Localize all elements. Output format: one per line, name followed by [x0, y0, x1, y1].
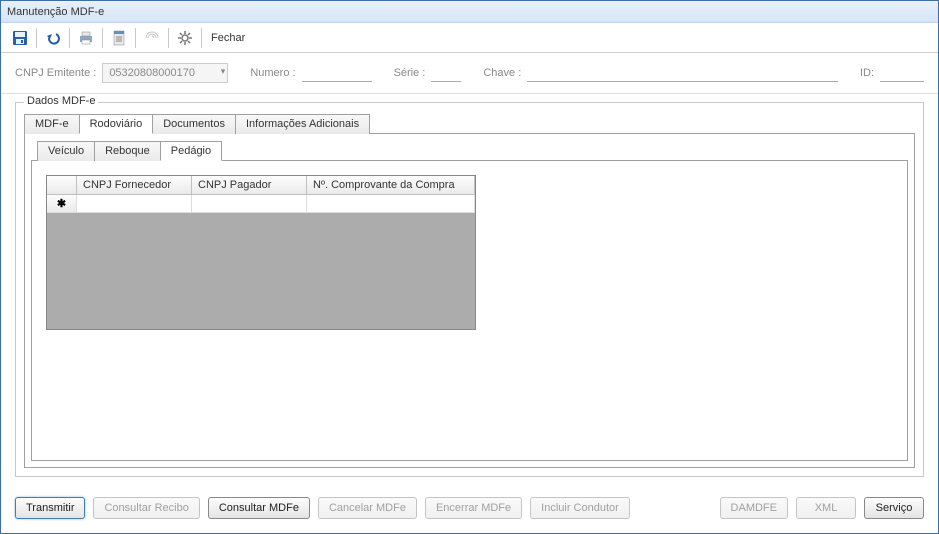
fingerprint-icon[interactable] [141, 27, 163, 49]
tab-veiculo[interactable]: Veículo [37, 141, 95, 161]
tab-reboque[interactable]: Reboque [94, 141, 161, 161]
title-bar: Manutenção MDF-e [1, 1, 938, 23]
save-icon[interactable] [9, 27, 31, 49]
window: Manutenção MDF-e Fechar CNPJ Emitente : [0, 0, 939, 534]
chave-label: Chave : [483, 67, 521, 79]
chave-input[interactable] [527, 64, 838, 82]
cancelar-mdfe-button: Cancelar MDFe [318, 497, 417, 519]
toolbar-separator [201, 28, 202, 48]
tab-documentos[interactable]: Documentos [152, 114, 236, 134]
xml-button: XML [796, 497, 856, 519]
gear-icon[interactable] [174, 27, 196, 49]
encerrar-mdfe-button: Encerrar MDFe [425, 497, 522, 519]
inner-tab-body: CNPJ Fornecedor CNPJ Pagador Nº. Comprov… [31, 160, 908, 461]
col-cnpj-pagador[interactable]: CNPJ Pagador [192, 176, 307, 195]
document-icon[interactable] [108, 27, 130, 49]
table-row[interactable]: ✱ [47, 195, 475, 213]
numero-label: Numero : [250, 67, 295, 79]
transmitir-button[interactable]: Transmitir [15, 497, 85, 519]
row-indicator-new: ✱ [47, 195, 77, 213]
close-button[interactable]: Fechar [211, 32, 245, 44]
numero-input[interactable] [302, 64, 372, 82]
cell-cnpj-fornecedor[interactable] [77, 195, 192, 213]
pedagio-grid[interactable]: CNPJ Fornecedor CNPJ Pagador Nº. Comprov… [46, 175, 476, 330]
serie-input[interactable] [431, 64, 461, 82]
tab-mdfe[interactable]: MDF-e [24, 114, 80, 134]
serie-label: Série : [394, 67, 426, 79]
consultar-recibo-button: Consultar Recibo [93, 497, 199, 519]
toolbar-separator [69, 28, 70, 48]
footer-buttons: Transmitir Consultar Recibo Consultar MD… [1, 485, 938, 533]
groupbox-title: Dados MDF-e [24, 95, 98, 107]
grid-corner [47, 176, 77, 195]
toolbar-separator [36, 28, 37, 48]
grid-header: CNPJ Fornecedor CNPJ Pagador Nº. Comprov… [47, 176, 475, 195]
cnpj-emitente-value[interactable] [107, 66, 207, 80]
undo-icon[interactable] [42, 27, 64, 49]
col-cnpj-fornecedor[interactable]: CNPJ Fornecedor [77, 176, 192, 195]
col-comprovante[interactable]: Nº. Comprovante da Compra [307, 176, 475, 195]
outer-tab-body: Veículo Reboque Pedágio CNPJ Fornecedor … [24, 133, 915, 468]
chevron-down-icon: ▾ [221, 66, 226, 77]
cnpj-emitente-label: CNPJ Emitente : [15, 67, 96, 79]
tab-pedagio[interactable]: Pedágio [160, 141, 222, 161]
toolbar-separator [135, 28, 136, 48]
toolbar-separator [102, 28, 103, 48]
inner-tabs: Veículo Reboque Pedágio [37, 141, 908, 161]
tab-info-adicionais[interactable]: Informações Adicionais [235, 114, 370, 134]
cnpj-emitente-combo[interactable]: ▾ [102, 63, 228, 83]
print-icon[interactable] [75, 27, 97, 49]
damdfe-button: DAMDFE [720, 497, 788, 519]
filter-bar: CNPJ Emitente : ▾ Numero : Série : Chave… [1, 53, 938, 94]
consultar-mdfe-button[interactable]: Consultar MDFe [208, 497, 310, 519]
cell-cnpj-pagador[interactable] [192, 195, 307, 213]
servico-button[interactable]: Serviço [864, 497, 924, 519]
id-input[interactable] [880, 64, 924, 82]
toolbar-separator [168, 28, 169, 48]
incluir-condutor-button: Incluir Condutor [530, 497, 630, 519]
dados-mdfe-group: Dados MDF-e MDF-e Rodoviário Documentos … [15, 102, 924, 477]
outer-tabs: MDF-e Rodoviário Documentos Informações … [24, 114, 915, 134]
window-title: Manutenção MDF-e [7, 6, 104, 18]
id-label: ID: [860, 67, 874, 79]
cell-comprovante[interactable] [307, 195, 475, 213]
toolbar: Fechar [1, 23, 938, 53]
tab-rodoviario[interactable]: Rodoviário [79, 114, 154, 134]
